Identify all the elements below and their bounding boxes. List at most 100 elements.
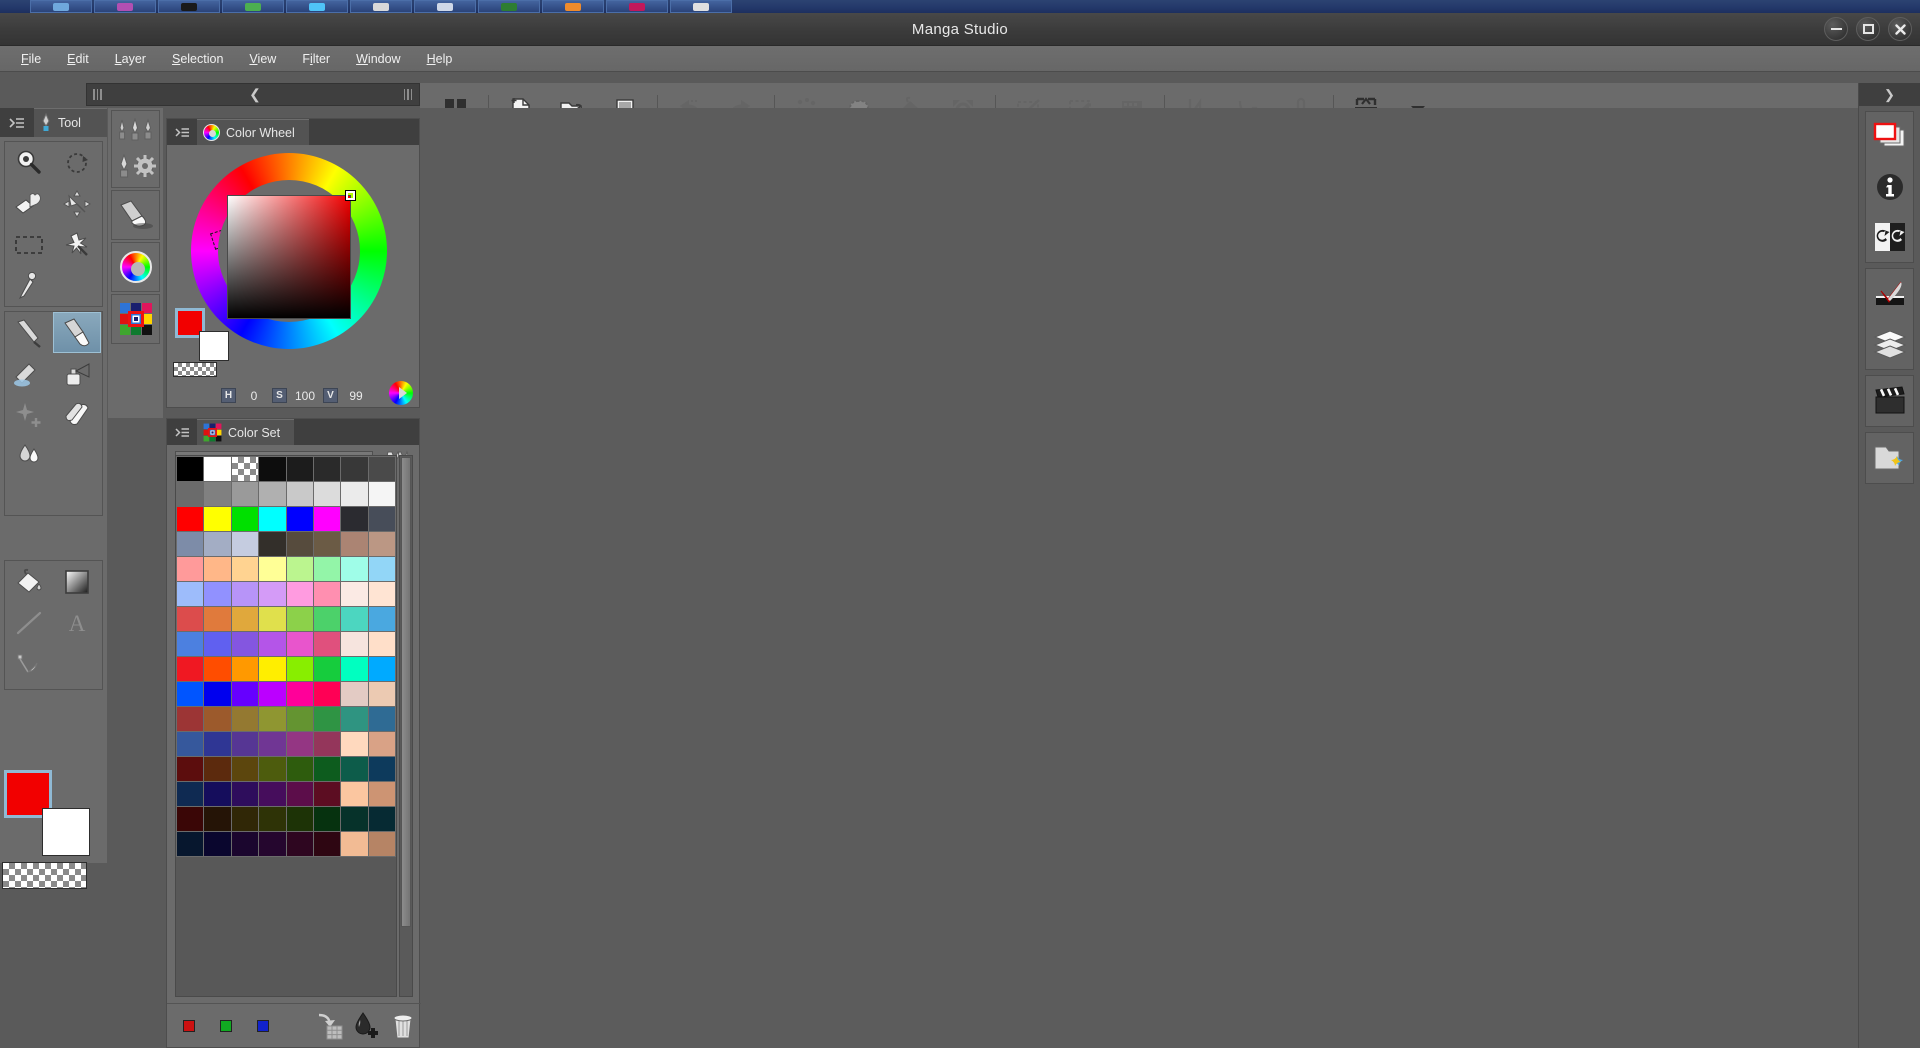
tool-brush[interactable] bbox=[53, 312, 101, 353]
color-swatch[interactable] bbox=[286, 582, 313, 606]
color-swatch[interactable] bbox=[286, 557, 313, 581]
color-swatch[interactable] bbox=[259, 782, 286, 806]
color-swatch[interactable] bbox=[259, 482, 286, 506]
color-swatch[interactable] bbox=[286, 657, 313, 681]
color-swatch[interactable] bbox=[313, 457, 341, 481]
color-swatch[interactable] bbox=[368, 582, 395, 606]
color-swatch[interactable] bbox=[177, 757, 204, 781]
color-swatch[interactable] bbox=[231, 607, 259, 631]
color-swatch[interactable] bbox=[259, 532, 286, 556]
color-swatch[interactable] bbox=[313, 557, 341, 581]
color-swatch[interactable] bbox=[286, 632, 313, 656]
color-swatch[interactable] bbox=[177, 682, 204, 706]
sub-color-chip-small[interactable] bbox=[199, 331, 229, 361]
menu-file[interactable]: File bbox=[8, 48, 54, 70]
color-swatch[interactable] bbox=[231, 457, 259, 481]
color-swatch[interactable] bbox=[177, 582, 204, 606]
color-swatch[interactable] bbox=[341, 457, 368, 481]
color-swatch[interactable] bbox=[259, 757, 286, 781]
color-swatch[interactable] bbox=[341, 507, 368, 531]
sub-tool-brush[interactable] bbox=[112, 193, 159, 237]
palette-layer[interactable] bbox=[1866, 319, 1913, 369]
color-swatch[interactable] bbox=[204, 732, 231, 756]
taskbar-item-11[interactable] bbox=[670, 0, 732, 13]
color-swatch[interactable] bbox=[368, 707, 395, 731]
menu-help[interactable]: Help bbox=[414, 48, 466, 70]
color-swatch[interactable] bbox=[259, 457, 286, 481]
sub-tool-pens[interactable] bbox=[112, 113, 159, 149]
color-swatch[interactable] bbox=[177, 832, 204, 856]
taskbar-item-8[interactable] bbox=[478, 0, 540, 13]
color-swatch[interactable] bbox=[313, 657, 341, 681]
color-swatch[interactable] bbox=[231, 707, 259, 731]
hue-value[interactable]: 0 bbox=[241, 389, 267, 403]
color-swatch[interactable] bbox=[368, 457, 395, 481]
color-swatch[interactable] bbox=[368, 557, 395, 581]
color-swatch[interactable] bbox=[231, 657, 259, 681]
color-swatch[interactable] bbox=[368, 732, 395, 756]
taskbar-item-6[interactable] bbox=[350, 0, 412, 13]
panel-menu-icon[interactable] bbox=[167, 119, 197, 145]
color-swatch[interactable] bbox=[368, 832, 395, 856]
color-swatch[interactable] bbox=[313, 757, 341, 781]
replace-color-button[interactable] bbox=[311, 1006, 348, 1046]
color-swatch[interactable] bbox=[177, 482, 204, 506]
menu-selection[interactable]: Selection bbox=[159, 48, 236, 70]
palette-animation[interactable] bbox=[1866, 376, 1913, 426]
color-swatch[interactable] bbox=[177, 532, 204, 556]
color-swatch[interactable] bbox=[341, 532, 368, 556]
color-swatch[interactable] bbox=[313, 482, 341, 506]
color-chip-green[interactable] bbox=[208, 1006, 245, 1046]
color-swatch[interactable] bbox=[313, 632, 341, 656]
color-swatch[interactable] bbox=[177, 632, 204, 656]
drag-grip-icon[interactable] bbox=[93, 89, 102, 100]
transparent-color-chip-small[interactable] bbox=[173, 362, 217, 377]
tab-color-set[interactable]: Color Set bbox=[197, 419, 295, 445]
palette-material[interactable] bbox=[1866, 433, 1913, 483]
color-swatch[interactable] bbox=[231, 682, 259, 706]
color-swatch[interactable] bbox=[341, 582, 368, 606]
color-swatch[interactable] bbox=[313, 807, 341, 831]
tool-gradient[interactable] bbox=[53, 561, 101, 602]
canvas-workspace[interactable] bbox=[420, 108, 1858, 1048]
tool-rotate[interactable] bbox=[53, 142, 101, 183]
color-swatch[interactable] bbox=[341, 682, 368, 706]
tool-eyedropper[interactable] bbox=[5, 265, 53, 306]
tab-tool[interactable]: Tool bbox=[34, 108, 107, 137]
color-swatch[interactable] bbox=[341, 807, 368, 831]
color-swatch[interactable] bbox=[177, 607, 204, 631]
taskbar-item-1[interactable] bbox=[30, 0, 92, 13]
sub-color-chip[interactable] bbox=[42, 808, 90, 856]
color-swatch[interactable] bbox=[341, 757, 368, 781]
color-chip-red[interactable] bbox=[171, 1006, 208, 1046]
close-button[interactable] bbox=[1888, 17, 1912, 41]
maximize-button[interactable] bbox=[1856, 17, 1880, 41]
color-swatch[interactable] bbox=[177, 807, 204, 831]
tool-eraser-plus[interactable] bbox=[5, 394, 53, 435]
color-swatch[interactable] bbox=[177, 707, 204, 731]
color-swatch[interactable] bbox=[368, 632, 395, 656]
color-swatch[interactable] bbox=[286, 732, 313, 756]
tool-zoom[interactable] bbox=[5, 142, 53, 183]
color-swatch[interactable] bbox=[286, 457, 313, 481]
panel-menu-icon[interactable] bbox=[0, 108, 34, 137]
tool-selection[interactable] bbox=[5, 224, 53, 265]
color-swatch[interactable] bbox=[259, 507, 286, 531]
color-swatch[interactable] bbox=[259, 607, 286, 631]
taskbar-item-3[interactable] bbox=[158, 0, 220, 13]
color-swatch[interactable] bbox=[341, 482, 368, 506]
color-swatch[interactable] bbox=[368, 682, 395, 706]
color-swatch[interactable] bbox=[286, 757, 313, 781]
color-swatch[interactable] bbox=[286, 607, 313, 631]
color-set-scrollbar[interactable] bbox=[399, 455, 413, 997]
color-swatch[interactable] bbox=[341, 607, 368, 631]
color-swatch[interactable] bbox=[313, 532, 341, 556]
color-swatch[interactable] bbox=[231, 632, 259, 656]
menu-layer[interactable]: Layer bbox=[102, 48, 159, 70]
tool-move-layer[interactable] bbox=[5, 183, 53, 224]
delete-color-button[interactable] bbox=[384, 1006, 421, 1046]
transparent-color-chip[interactable] bbox=[2, 862, 87, 889]
color-swatch[interactable] bbox=[286, 482, 313, 506]
color-swatch[interactable] bbox=[313, 507, 341, 531]
color-swatch[interactable] bbox=[286, 532, 313, 556]
